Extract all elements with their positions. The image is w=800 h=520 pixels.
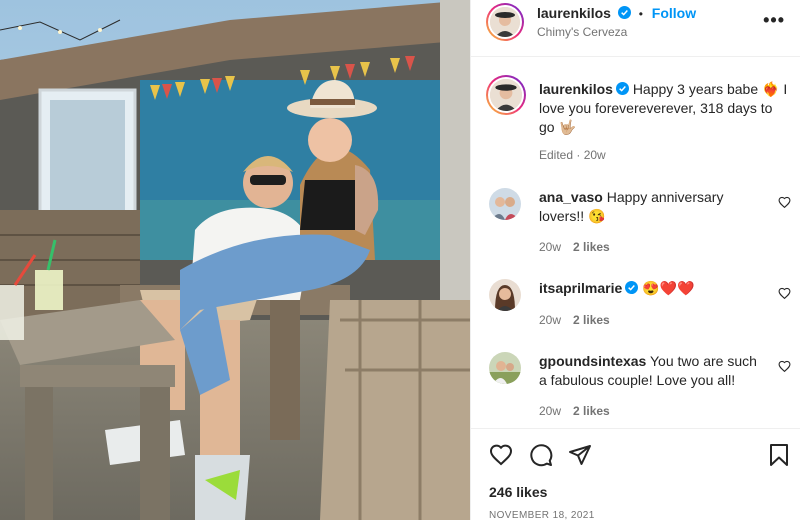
verified-icon: [625, 281, 639, 294]
heart-icon[interactable]: [778, 287, 791, 300]
comment-username[interactable]: ana_vaso: [539, 189, 603, 205]
bookmark-icon[interactable]: [767, 443, 791, 467]
like-heart-icon[interactable]: [489, 443, 513, 467]
heart-icon[interactable]: [778, 360, 791, 373]
comment-username[interactable]: itsaprilmarie: [539, 280, 622, 296]
comment-avatar[interactable]: [489, 352, 521, 384]
comment-meta: 20w 2 likes: [539, 313, 610, 327]
separator-dot: •: [638, 7, 643, 21]
caption-username[interactable]: laurenkilos: [539, 81, 613, 97]
comment-avatar[interactable]: [489, 188, 521, 220]
post-image: [0, 0, 470, 520]
author-username[interactable]: laurenkilos: [537, 5, 611, 21]
comment-meta: 20w 2 likes: [539, 404, 610, 418]
author-avatar[interactable]: [486, 3, 524, 41]
comment-meta: 20w 2 likes: [539, 240, 610, 254]
caption-meta: Edited · 20w: [539, 148, 606, 162]
verified-icon: [615, 82, 629, 95]
more-options-icon[interactable]: •••: [763, 10, 785, 31]
post-photo[interactable]: [0, 0, 470, 520]
likes-count[interactable]: 246 likes: [489, 484, 547, 500]
post-date: November 18, 2021: [489, 510, 595, 520]
heart-icon[interactable]: [778, 196, 791, 209]
verified-icon: [617, 6, 631, 19]
comment-likes[interactable]: 2 likes: [573, 404, 610, 418]
caption-avatar[interactable]: [486, 75, 526, 115]
comment-time: 20w: [539, 404, 562, 418]
comment-avatar[interactable]: [489, 279, 521, 311]
comment-text: 😍❤️❤️: [642, 280, 695, 296]
comment-time: 20w: [539, 313, 562, 327]
action-bar: 246 likes November 18, 2021: [471, 428, 800, 520]
location-link[interactable]: Chimy's Cerveza: [537, 25, 627, 39]
comment-time: 20w: [539, 240, 562, 254]
comment-likes[interactable]: 2 likes: [573, 240, 610, 254]
comment-likes[interactable]: 2 likes: [573, 313, 610, 327]
comment-icon[interactable]: [529, 443, 553, 467]
follow-button[interactable]: Follow: [652, 5, 696, 21]
comment-username[interactable]: gpoundsintexas: [539, 353, 646, 369]
post-header: laurenkilos • Follow Chimy's Cerveza •••: [471, 0, 800, 57]
share-icon[interactable]: [568, 443, 592, 467]
post-panel: laurenkilos • Follow Chimy's Cerveza •••…: [470, 0, 800, 520]
